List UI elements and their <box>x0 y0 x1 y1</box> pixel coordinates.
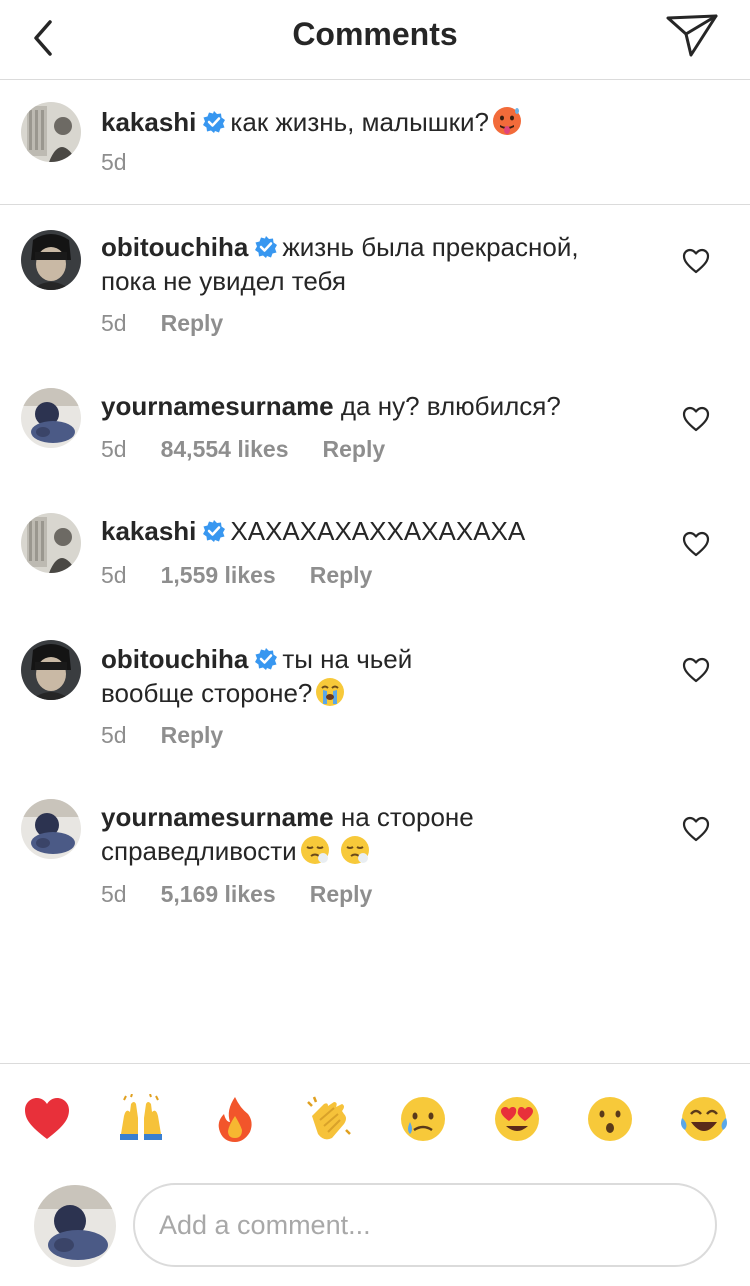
comment-item: yournamesurname да ну? влюбился? 5d 84,55… <box>0 365 750 490</box>
page-title: Comments <box>292 16 458 52</box>
comment-text: yournamesurname на стороне справедливости <box>101 800 661 868</box>
avatar-kakashi[interactable] <box>21 102 81 162</box>
add-comment-input[interactable] <box>133 1183 717 1267</box>
crying-face-emoji-icon[interactable] <box>398 1094 448 1144</box>
comment-time: 5d <box>101 436 127 462</box>
comment-item: yournamesurname на стороне справедливости… <box>0 776 750 936</box>
caption-text: kakashi как жизнь, малышки? <box>101 105 661 139</box>
comment-body-line2: вообще стороне? <box>101 678 313 708</box>
comment-meta: 5d Reply <box>101 722 257 749</box>
comment-time: 5d <box>101 881 127 907</box>
like-heart-icon[interactable] <box>682 657 710 683</box>
comment-meta: 5d 5,169 likes Reply <box>101 881 406 908</box>
likes-count[interactable]: 1,559 likes <box>161 562 276 588</box>
comment-username[interactable]: obitouchiha <box>101 644 248 674</box>
avatar-yournamesurname[interactable] <box>21 388 81 448</box>
comment-body-line1: жизнь была прекрасной, <box>282 232 579 262</box>
comment-time: 5d <box>101 722 127 748</box>
comment-body-line1: ХАХАХАХАХХАХАХАХА <box>230 516 526 546</box>
comment-meta: 5d 1,559 likes Reply <box>101 562 406 589</box>
sad-relieved-face-emoji-icon <box>300 836 329 864</box>
fire-emoji-icon[interactable] <box>210 1094 260 1144</box>
reply-button[interactable]: Reply <box>161 310 224 336</box>
comment-username[interactable]: obitouchiha <box>101 232 248 262</box>
reply-button[interactable]: Reply <box>310 562 373 588</box>
comment-text: obitouchiha жизнь была прекрасной, пока не… <box>101 230 661 298</box>
avatar-kakashi[interactable] <box>21 513 81 573</box>
comment-body-line1: ты на чьей <box>282 644 413 674</box>
post-caption: kakashi как жизнь, малышки? 5d <box>0 80 750 205</box>
caption-meta: 5d <box>101 149 161 176</box>
verified-badge-icon <box>203 111 226 133</box>
like-heart-icon[interactable] <box>682 406 710 432</box>
comment-meta: 5d 84,554 likes Reply <box>101 436 419 463</box>
comment-username[interactable]: yournamesurname <box>101 391 334 421</box>
comment-body-line1: на стороне <box>340 802 474 832</box>
like-heart-icon[interactable] <box>682 531 710 557</box>
comment-time: 5d <box>101 562 127 588</box>
verified-badge-icon <box>255 236 278 258</box>
like-heart-icon[interactable] <box>682 816 710 842</box>
caption-body: как жизнь, малышки? <box>230 107 490 137</box>
quick-reactions-bar <box>0 1063 750 1175</box>
comment-item: obitouchiha жизнь была прекрасной, пока не… <box>0 205 750 365</box>
astonished-face-emoji-icon[interactable] <box>585 1094 635 1144</box>
clapping-hands-emoji-icon[interactable] <box>304 1094 354 1144</box>
comment-username[interactable]: yournamesurname <box>101 802 334 832</box>
comment-item: kakashi ХАХАХАХАХХАХАХАХА 5d 1,559 likes Re… <box>0 490 750 616</box>
comment-body-line2: справедливости <box>101 836 297 866</box>
my-avatar <box>34 1185 116 1267</box>
red-heart-emoji-icon[interactable] <box>22 1094 72 1144</box>
comment-username[interactable]: kakashi <box>101 516 196 546</box>
comment-body-line1: да ну? влюбился? <box>340 391 561 421</box>
tears-of-joy-emoji-icon[interactable] <box>679 1094 729 1144</box>
avatar-yournamesurname[interactable] <box>21 799 81 859</box>
hot-face-emoji-icon <box>493 107 522 135</box>
send-direct-icon[interactable] <box>664 12 720 58</box>
raising-hands-emoji-icon[interactable] <box>116 1094 166 1144</box>
caption-username[interactable]: kakashi <box>101 107 196 137</box>
likes-count[interactable]: 84,554 likes <box>161 436 289 462</box>
caption-time: 5d <box>101 149 127 175</box>
reply-button[interactable]: Reply <box>161 722 224 748</box>
sad-relieved-face-emoji-icon <box>340 836 369 864</box>
avatar-obitouchiha[interactable] <box>21 640 81 700</box>
reply-button[interactable]: Reply <box>310 881 373 907</box>
avatar-obitouchiha[interactable] <box>21 230 81 290</box>
comment-text: obitouchiha ты на чьей вообще стороне? <box>101 642 661 710</box>
comment-time: 5d <box>101 310 127 336</box>
comment-meta: 5d Reply <box>101 310 257 337</box>
comment-text: yournamesurname да ну? влюбился? <box>101 389 661 423</box>
verified-badge-icon <box>255 648 278 670</box>
like-heart-icon[interactable] <box>682 248 710 274</box>
comment-body-line2: пока не увидел тебя <box>101 266 346 296</box>
crying-face-emoji-icon <box>316 678 345 706</box>
verified-badge-icon <box>203 520 226 542</box>
comment-item: obitouchiha ты на чьей вообще стороне? 5d R… <box>0 616 750 776</box>
reply-button[interactable]: Reply <box>323 436 386 462</box>
comment-text: kakashi ХАХАХАХАХХАХАХАХА <box>101 514 661 548</box>
likes-count[interactable]: 5,169 likes <box>161 881 276 907</box>
comment-composer <box>0 1175 750 1286</box>
header-bar: Comments <box>0 0 750 80</box>
heart-eyes-emoji-icon[interactable] <box>492 1094 542 1144</box>
